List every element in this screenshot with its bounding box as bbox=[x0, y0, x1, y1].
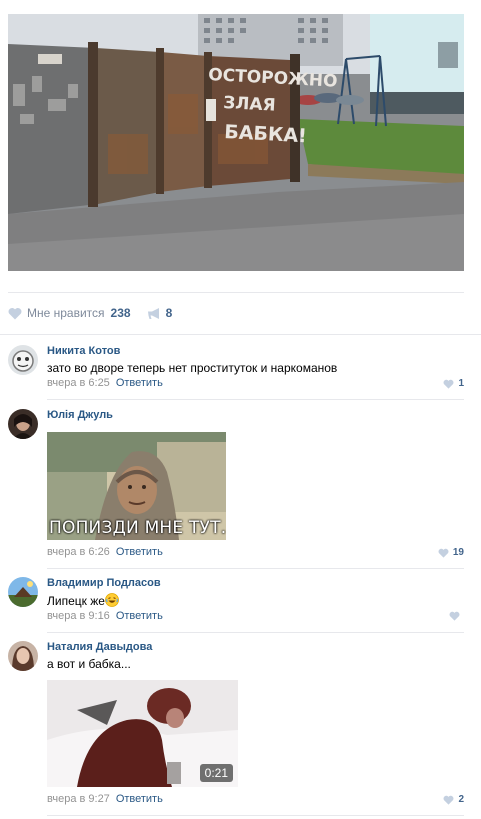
comment-author[interactable]: Наталия Давыдова bbox=[47, 641, 152, 653]
comment-like-button[interactable]: 19 bbox=[438, 547, 464, 558]
post-photo[interactable]: ОСТОРОЖНО ЗЛАЯ БАБКА! bbox=[8, 14, 464, 271]
comment-divider bbox=[47, 568, 464, 569]
comment-time[interactable]: вчера в 9:16 bbox=[47, 610, 110, 622]
heart-icon bbox=[8, 307, 22, 319]
reply-button[interactable]: Ответить bbox=[116, 793, 163, 805]
comment-meta: вчера в 6:25 Ответить bbox=[47, 377, 163, 389]
comment-author[interactable]: Никита Котов bbox=[47, 345, 120, 357]
comment-author[interactable]: Владимир Подласов bbox=[47, 577, 161, 589]
graffiti-line-3: БАБКА! bbox=[224, 121, 308, 147]
comment-meta: вчера в 9:27 Ответить bbox=[47, 793, 163, 805]
comment-item: Наталия Давыдова а вот и бабка... 0:21 в… bbox=[8, 641, 464, 811]
comment-video-attachment[interactable]: 0:21 bbox=[47, 680, 238, 787]
comment-like-count: 1 bbox=[458, 378, 464, 389]
like-button[interactable]: Мне нравится 238 bbox=[8, 306, 131, 320]
laughing-face-emoji-icon bbox=[105, 593, 119, 607]
heart-icon bbox=[443, 379, 454, 389]
comments-separator bbox=[0, 334, 481, 335]
comment-meta: вчера в 6:26 Ответить bbox=[47, 546, 163, 558]
avatar[interactable] bbox=[8, 409, 38, 439]
comment-divider bbox=[47, 815, 464, 816]
post-actions-bar: Мне нравится 238 8 bbox=[8, 305, 172, 321]
comment-divider bbox=[47, 632, 464, 633]
heart-icon bbox=[443, 795, 454, 805]
comment-meta: вчера в 9:16 Ответить bbox=[47, 610, 163, 622]
comment-text: Липецк же bbox=[47, 593, 119, 608]
meme-caption: ПОПИЗДИ МНЕ ТУТ... bbox=[49, 518, 226, 538]
graffiti-line-2: ЗЛАЯ bbox=[223, 93, 276, 116]
reply-button[interactable]: Ответить bbox=[116, 377, 163, 389]
comment-image-attachment[interactable]: ПОПИЗДИ МНЕ ТУТ... bbox=[47, 432, 226, 540]
like-label: Мне нравится bbox=[27, 306, 105, 320]
post-separator bbox=[8, 292, 464, 293]
comment-time[interactable]: вчера в 6:26 bbox=[47, 546, 110, 558]
comment-text: а вот и бабка... bbox=[47, 657, 131, 671]
share-count: 8 bbox=[165, 306, 173, 320]
megaphone-icon bbox=[147, 307, 159, 319]
avatar[interactable] bbox=[8, 641, 38, 671]
heart-icon bbox=[438, 548, 449, 558]
comment-time[interactable]: вчера в 6:25 bbox=[47, 377, 110, 389]
avatar[interactable] bbox=[8, 345, 38, 375]
like-count: 238 bbox=[110, 306, 131, 320]
comment-like-button[interactable] bbox=[449, 611, 464, 621]
comment-time[interactable]: вчера в 9:27 bbox=[47, 793, 110, 805]
video-duration: 0:21 bbox=[199, 764, 233, 782]
comment-item: Владимир Подласов Липецк же вчера в 9:16… bbox=[8, 577, 464, 625]
comment-like-count: 19 bbox=[452, 547, 464, 558]
comment-like-count: 2 bbox=[458, 794, 464, 805]
share-button[interactable]: 8 bbox=[147, 306, 173, 320]
comment-item: Никита Котов зато во дворе теперь нет пр… bbox=[8, 345, 464, 393]
comment-like-button[interactable]: 2 bbox=[443, 794, 464, 805]
reply-button[interactable]: Ответить bbox=[116, 546, 163, 558]
comment-divider bbox=[47, 399, 464, 400]
heart-icon bbox=[449, 611, 460, 621]
reply-button[interactable]: Ответить bbox=[116, 610, 163, 622]
comment-like-button[interactable]: 1 bbox=[443, 378, 464, 389]
comment-text: зато во дворе теперь нет проституток и н… bbox=[47, 361, 338, 375]
avatar[interactable] bbox=[8, 577, 38, 607]
comment-item: Юлія Джуль ПОПИЗДИ МНЕ ТУТ... вчера в 6:… bbox=[8, 409, 464, 564]
comment-text-body: Липецк же bbox=[47, 594, 105, 608]
comment-author[interactable]: Юлія Джуль bbox=[47, 409, 113, 421]
